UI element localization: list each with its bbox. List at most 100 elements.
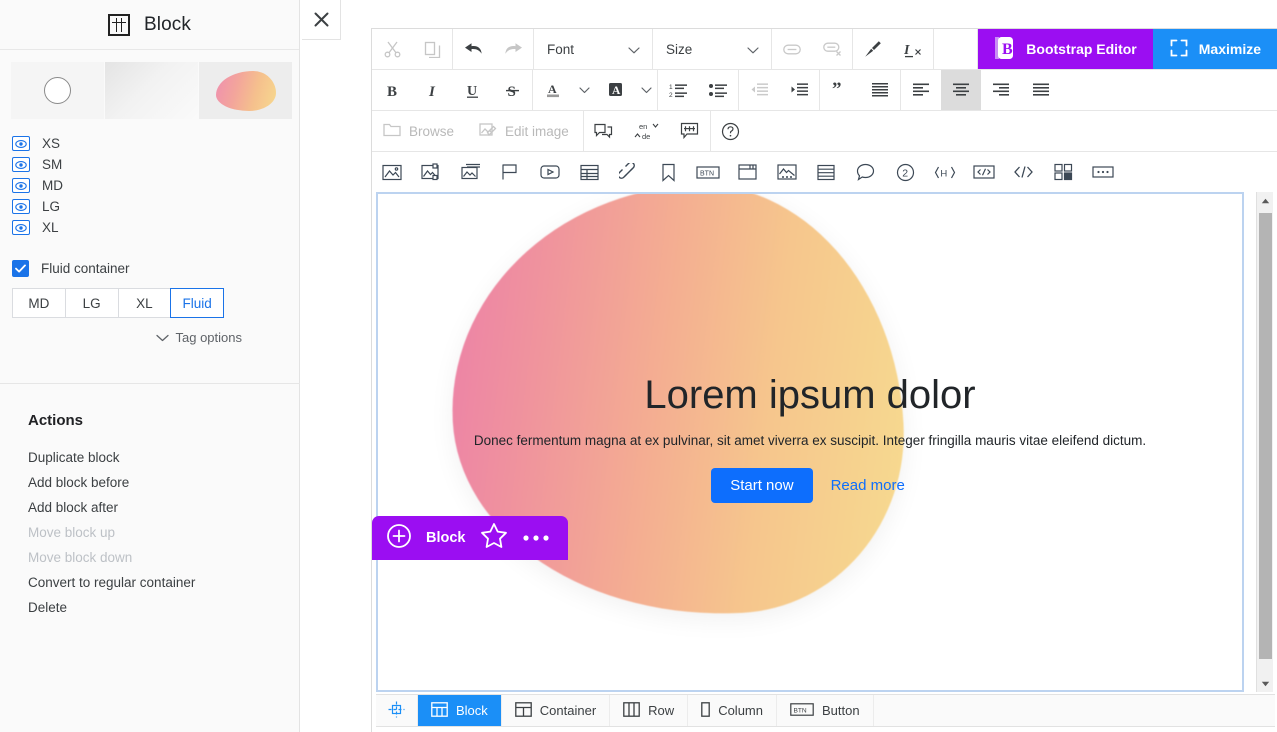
help-button[interactable] [711,111,751,151]
adjust-sliders-button[interactable] [670,111,710,151]
read-more-link[interactable]: Read more [827,468,909,503]
paintbrush-button[interactable] [853,29,893,69]
edit-image-button[interactable]: Edit image [468,111,583,151]
plus-circle-icon[interactable] [386,523,412,554]
size-button-lg[interactable]: LG [64,288,118,318]
translate-button[interactable]: en de [624,111,670,151]
redo-button[interactable] [493,29,533,69]
font-size-select[interactable]: Size [653,29,771,69]
strikethrough-button[interactable]: S [492,70,532,110]
ellipsis-icon[interactable] [522,529,550,547]
visibility-row-sm[interactable]: SM [12,154,299,175]
cut-button[interactable] [372,29,412,69]
thumb-blob[interactable] [199,62,292,119]
underline-button[interactable]: U [452,70,492,110]
star-icon[interactable] [480,522,508,554]
checkbox-checked-icon[interactable] [12,260,29,277]
video-icon[interactable] [530,152,570,192]
align-left-button[interactable] [901,70,941,110]
fluid-container-checkbox-row[interactable]: Fluid container [0,238,299,277]
image-gallery-icon[interactable] [412,152,452,192]
action-convert-to-regular-container[interactable]: Convert to regular container [28,570,300,595]
scrollbar-thumb[interactable] [1259,213,1272,659]
size-button-md[interactable]: MD [12,288,65,318]
link-chain-icon[interactable] [609,152,649,192]
hero-title[interactable]: Lorem ipsum dolor [644,373,975,417]
crosshair-target-button[interactable] [376,695,418,726]
comment-icon[interactable] [846,152,886,192]
image-icon[interactable] [372,152,412,192]
size-button-xl[interactable]: XL [117,288,171,318]
hero-subtitle[interactable]: Donec fermentum magna at ex pulvinar, si… [474,433,1146,448]
undo-button[interactable] [453,29,493,69]
bootstrap-editor-button[interactable]: B Bootstrap Editor [978,29,1153,69]
eye-icon[interactable] [12,199,30,214]
bold-button[interactable]: B [372,70,412,110]
more-ellipsis-icon[interactable] [1083,152,1123,192]
browse-button[interactable]: Browse [372,111,468,151]
outdent-button[interactable] [739,70,779,110]
action-add-block-after[interactable]: Add block after [28,495,300,520]
scroll-down-button[interactable] [1257,675,1273,692]
visibility-row-lg[interactable]: LG [12,196,299,217]
copy-button[interactable] [412,29,452,69]
link-button[interactable] [772,29,812,69]
button-icon[interactable]: BTN [688,152,728,192]
inline-code-icon[interactable] [1004,152,1044,192]
statusbar-item-button[interactable]: BTN Button [777,695,874,726]
eye-icon[interactable] [12,220,30,235]
eye-icon[interactable] [12,178,30,193]
image-stack-icon[interactable] [451,152,491,192]
clear-formatting-button[interactable]: I [893,29,933,69]
circle-two-icon[interactable]: 2 [886,152,926,192]
blockquote-button[interactable]: ” [820,70,860,110]
action-add-block-before[interactable]: Add block before [28,470,300,495]
indent-button[interactable] [779,70,819,110]
fluid-container-label: Fluid container [41,261,130,276]
eye-icon[interactable] [12,157,30,172]
highlight-color-dropdown[interactable] [635,70,657,110]
grid-blocks-icon[interactable] [1044,152,1084,192]
action-duplicate-block[interactable]: Duplicate block [28,445,300,470]
scroll-up-button[interactable] [1257,192,1273,209]
visibility-row-xs[interactable]: XS [12,133,299,154]
text-color-button[interactable]: A [533,70,573,110]
statusbar-item-container[interactable]: Container [502,695,611,726]
align-justify-button[interactable] [860,70,900,110]
list-block-icon[interactable] [807,152,847,192]
thumb-gradient[interactable] [105,62,198,119]
visibility-row-md[interactable]: MD [12,175,299,196]
canvas-vertical-scrollbar[interactable] [1256,192,1273,692]
highlight-color-button[interactable]: A [595,70,635,110]
code-block-icon[interactable] [965,152,1005,192]
start-now-button[interactable]: Start now [711,468,813,503]
statusbar-item-block[interactable]: Block [418,695,502,726]
flag-icon[interactable] [491,152,531,192]
action-delete[interactable]: Delete [28,595,300,620]
bookmark-icon[interactable] [649,152,689,192]
image-card-icon[interactable] [767,152,807,192]
align-right-button[interactable] [981,70,1021,110]
font-family-select[interactable]: Font [534,29,652,69]
italic-button[interactable]: I [412,70,452,110]
duplicate-frame-button[interactable] [584,111,624,151]
text-color-dropdown[interactable] [573,70,595,110]
table-icon[interactable] [570,152,610,192]
unordered-list-button[interactable] [698,70,738,110]
eye-icon[interactable] [12,136,30,151]
maximize-button[interactable]: Maximize [1152,29,1277,69]
size-button-fluid[interactable]: Fluid [170,288,224,318]
visibility-row-xl[interactable]: XL [12,217,299,238]
window-icon[interactable] [728,152,768,192]
tag-options-toggle[interactable]: Tag options [0,318,299,345]
statusbar-item-row[interactable]: Row [610,695,689,726]
selected-block-canvas[interactable]: Lorem ipsum dolor Donec fermentum magna … [376,192,1244,692]
heading-tag-icon[interactable]: H [925,152,965,192]
align-block-button[interactable] [1021,70,1061,110]
unlink-button[interactable] [812,29,852,69]
close-button[interactable] [302,0,341,40]
align-center-button[interactable] [941,70,981,110]
thumb-plain-circle[interactable] [11,62,104,119]
statusbar-item-column[interactable]: Column [688,695,777,726]
ordered-list-button[interactable]: 12 [658,70,698,110]
